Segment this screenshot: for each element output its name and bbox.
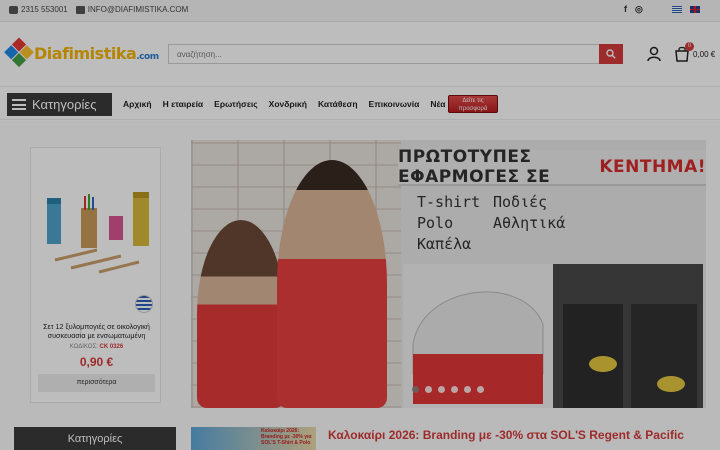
offers-button[interactable]: Δείτε τις προσφορά [448,95,498,113]
top-bar: 2315 553001 INFO@DIAFIMISTIKA.COM f ◎ [0,0,720,22]
language-switcher [672,6,700,13]
search-button[interactable] [599,44,623,64]
logo-text: Diafimistika.com [34,43,159,63]
news-thumbnail[interactable]: Καλοκαίρι 2026: Branding με -30% για SOL… [191,427,316,450]
carousel-dot[interactable] [451,386,458,393]
news-title[interactable]: Καλοκαίρι 2026: Branding με -30% στα SOL… [328,428,684,442]
banner-products-left: T-shirt Polo Καπέλα [417,193,481,253]
nav-wholesale[interactable]: Χονδρική [269,99,307,109]
logo-mark-icon [3,37,34,68]
search-bar [168,44,623,64]
banner-headline: ΠΡΩΤΟΤΥΠΕΣ ΕΦΑΡΜΟΓΕΣ ΣΕ ΚΕΝΤΗΜΑ! [398,147,706,187]
person-woman [197,220,285,408]
product-card[interactable]: Σετ 12 ξυλομπογιές σε οικολογική συσκευα… [30,147,161,403]
search-input[interactable] [168,44,600,64]
categories-menu-button[interactable]: Κατηγορίες [7,93,112,116]
carousel-dot[interactable] [477,386,484,393]
categories-label: Κατηγορίες [32,97,97,112]
main-nav: Κατηγορίες Αρχική Η εταιρεία Ερωτήσεις Χ… [0,86,720,120]
phone-number: 2315 553001 [21,5,68,14]
banner-products-right: Ποδιές Αθλητικά [493,193,566,232]
product-image[interactable] [41,188,153,278]
nav-contact[interactable]: Επικοινωνία [369,99,420,109]
facebook-icon[interactable]: f [624,4,627,15]
carousel-dot[interactable] [464,386,471,393]
hamburger-icon [12,99,26,110]
mail-icon [75,5,85,14]
carousel-dot[interactable] [412,386,419,393]
email-link[interactable]: INFO@DIAFIMISTIKA.COM [75,5,189,14]
news-thumbnail-text: Καλοκαίρι 2026: Branding με -30% για SOL… [261,428,312,446]
greek-flag-badge-icon [135,295,153,313]
offers-line-2: προσφορά [458,106,488,112]
hero-banner[interactable]: ΠΡΩΤΟΤΥΠΕΣ ΕΦΑΡΜΟΓΕΣ ΣΕ ΚΕΝΤΗΜΑ! T-shirt … [191,140,706,408]
offers-line-1: Δείτε τις [462,98,484,104]
search-icon [606,49,616,59]
cart-total: 0,00 € [693,50,716,59]
product-title[interactable]: Σετ 12 ξυλομπογιές σε οικολογική συσκευα… [37,322,156,341]
nav-faq[interactable]: Ερωτήσεις [214,99,258,109]
more-button[interactable]: περισσότερα [38,374,155,392]
person-man [277,160,387,408]
product-code: ΚΩΔΙΚΟΣ: CK 0326 [69,344,124,350]
site-logo[interactable]: Diafimistika.com [4,37,159,68]
nav-news[interactable]: Νέα [430,99,445,109]
nav-deposit[interactable]: Κατάθεση [318,99,358,109]
carousel-dots [412,386,484,393]
nav-company[interactable]: Η εταιρεία [163,99,204,109]
contact-info: 2315 553001 INFO@DIAFIMISTIKA.COM [9,5,188,14]
sidebar-categories-heading[interactable]: Κατηγορίες [14,427,176,450]
greek-flag-icon[interactable] [672,6,682,13]
carousel-dot[interactable] [438,386,445,393]
phone-icon [9,5,18,14]
product-price: 0,90 € [79,355,114,369]
social-links: f ◎ [624,4,643,15]
carousel-dot[interactable] [425,386,432,393]
email-address: INFO@DIAFIMISTIKA.COM [87,5,189,14]
instagram-icon[interactable]: ◎ [635,4,643,15]
cart-button[interactable]: 0 [673,42,694,62]
menu-links: Αρχική Η εταιρεία Ερωτήσεις Χονδρική Κατ… [123,99,446,109]
english-flag-icon[interactable] [690,6,700,13]
nav-home[interactable]: Αρχική [123,99,152,109]
site-header: Diafimistika.com 0 0,00 € [0,22,720,86]
phone-link[interactable]: 2315 553001 [9,5,68,14]
user-account-icon[interactable] [646,46,662,62]
